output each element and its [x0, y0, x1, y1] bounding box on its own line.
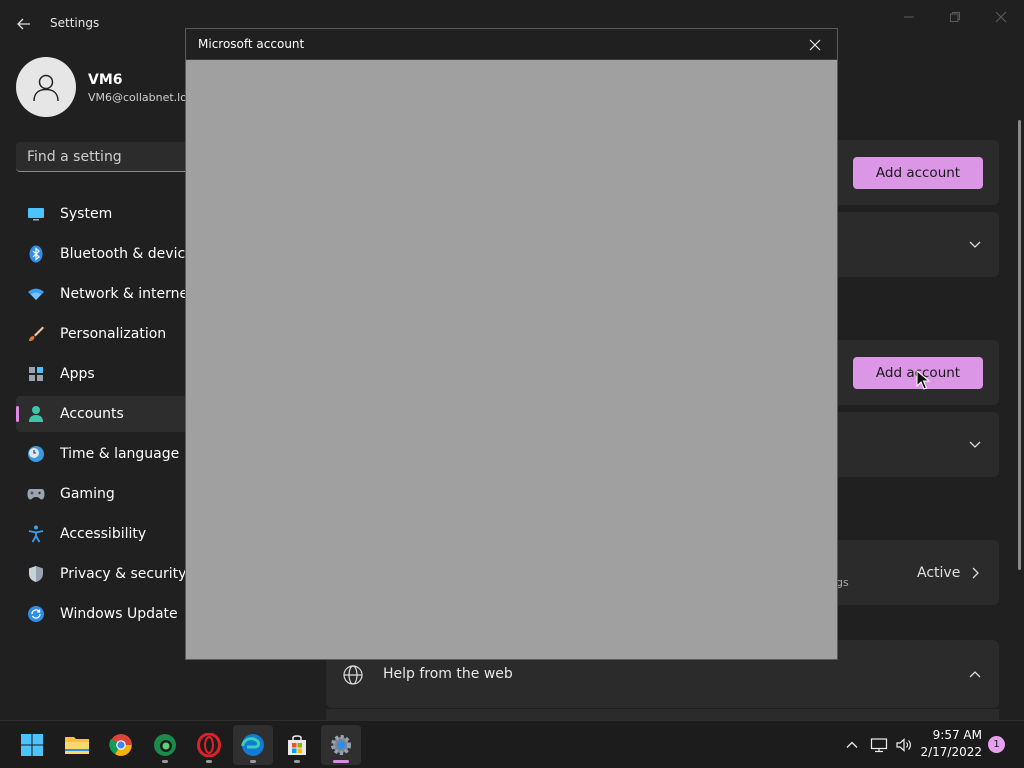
sidebar-item-label: Privacy & security: [60, 566, 187, 582]
sidebar-item-label: Accounts: [60, 406, 124, 422]
windows-logo-icon: [21, 734, 43, 756]
chevron-down-icon[interactable]: [966, 237, 984, 253]
sidebar-item-label: Network & internet: [60, 286, 194, 302]
opera-icon: [197, 733, 221, 757]
help-from-web-label: Help from the web: [383, 666, 513, 682]
shield-icon: [27, 565, 45, 583]
person-icon: [33, 74, 59, 102]
opera-button[interactable]: [189, 725, 229, 765]
dialog-title: Microsoft account: [198, 37, 305, 51]
minimize-button[interactable]: [886, 6, 932, 28]
mouse-cursor-icon: [916, 369, 931, 390]
edge-icon: [241, 734, 264, 756]
scrollbar[interactable]: [1018, 120, 1021, 570]
card-edge: [326, 709, 999, 720]
gamepad-icon: [27, 485, 45, 503]
monitor-icon: [27, 205, 45, 223]
close-icon[interactable]: [804, 36, 826, 54]
update-icon: [27, 605, 45, 623]
clock-date[interactable]: 2/17/2022: [918, 745, 982, 759]
edge-button[interactable]: [233, 725, 273, 765]
user-email: VM6@collabnet.lo: [88, 91, 187, 104]
start-button[interactable]: [12, 725, 52, 765]
folder-icon: [65, 737, 89, 754]
wifi-icon: [27, 285, 45, 303]
notification-badge[interactable]: 1: [988, 736, 1005, 753]
sidebar-item-label: Bluetooth & devices: [60, 246, 202, 262]
running-indicator: [294, 760, 300, 763]
gear-icon: [331, 735, 351, 755]
running-indicator: [162, 760, 168, 763]
chevron-down-icon[interactable]: [966, 437, 984, 453]
sidebar-item-label: Personalization: [60, 326, 167, 342]
add-account-button[interactable]: Add account: [853, 157, 983, 189]
sidebar-item-label: Time & language: [60, 446, 180, 462]
sidebar-item-label: Apps: [60, 366, 95, 382]
status-text: Active: [917, 565, 961, 581]
clock-time[interactable]: 9:57 AM: [922, 728, 982, 742]
sidebar-item-label: Windows Update: [60, 606, 178, 622]
running-indicator: [206, 760, 212, 763]
app-title: Settings: [50, 16, 100, 30]
clock-globe-icon: [27, 445, 45, 463]
chevron-up-icon[interactable]: [842, 735, 862, 755]
sidebar-item-label: System: [60, 206, 113, 222]
close-window-button[interactable]: [978, 6, 1024, 28]
chrome-button[interactable]: [101, 725, 141, 765]
back-arrow-icon[interactable]: [14, 14, 34, 34]
edge-dev-icon: [154, 734, 176, 756]
dialog-titlebar: Microsoft account: [186, 29, 837, 60]
person-icon: [27, 405, 45, 423]
chrome-icon: [109, 734, 132, 756]
sidebar-item-label: Accessibility: [60, 526, 147, 542]
volume-icon[interactable]: [894, 735, 914, 755]
brush-icon: [27, 325, 45, 343]
chevron-right-icon[interactable]: [968, 564, 982, 582]
maximize-button[interactable]: [932, 6, 978, 28]
network-icon[interactable]: [869, 735, 889, 755]
sidebar-item-label: Gaming: [60, 486, 115, 502]
globe-icon: [342, 664, 364, 686]
store-icon: [288, 735, 306, 755]
apps-icon: [27, 365, 45, 383]
taskbar: 9:57 AM 2/17/2022 1: [0, 720, 1024, 768]
avatar[interactable]: [16, 57, 76, 117]
selection-indicator: [16, 406, 19, 422]
chevron-up-icon[interactable]: [966, 666, 984, 682]
user-name: VM6: [88, 72, 123, 88]
microsoft-account-dialog[interactable]: Microsoft account: [185, 28, 838, 660]
active-app-indicator: [333, 760, 349, 763]
accessibility-icon: [27, 525, 45, 543]
settings-button[interactable]: [321, 725, 361, 765]
bluetooth-icon: [27, 245, 45, 263]
running-indicator: [250, 760, 256, 763]
store-button[interactable]: [277, 725, 317, 765]
file-explorer-button[interactable]: [57, 725, 97, 765]
edge-dev-button[interactable]: [145, 725, 185, 765]
